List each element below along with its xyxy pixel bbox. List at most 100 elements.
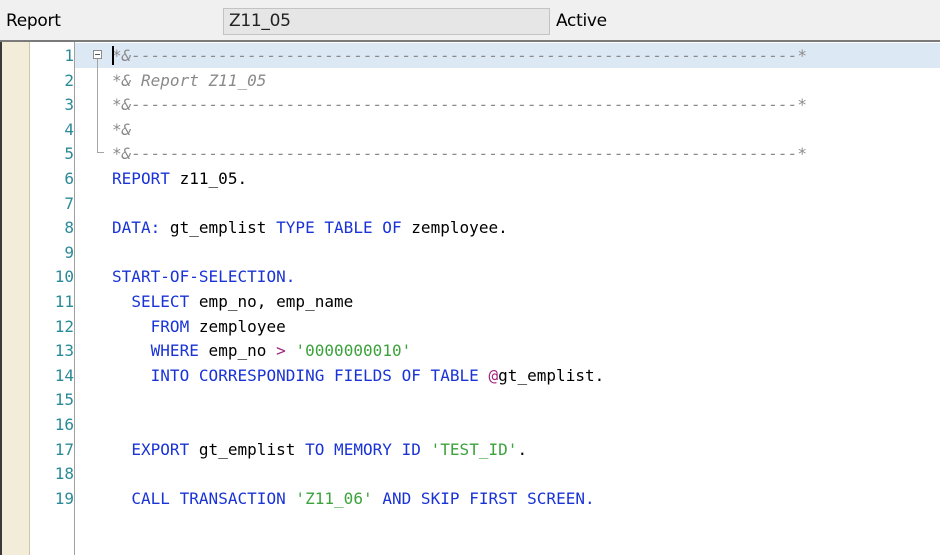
- status-label: Active: [556, 11, 607, 31]
- code-token: 'Z11_06': [295, 488, 373, 508]
- line-number: 13: [54, 341, 74, 361]
- code-line[interactable]: 12 FROM zemployee: [0, 314, 940, 339]
- line-number: 5: [64, 144, 74, 164]
- code-line[interactable]: 18: [0, 461, 940, 486]
- code-token: AND SKIP FIRST SCREEN.: [382, 488, 595, 508]
- code-text: REPORT z11_05.: [112, 169, 247, 188]
- code-token: z11_05.: [169, 169, 248, 188]
- code-line[interactable]: 3 *&-------------------------------------…: [0, 92, 940, 117]
- code-token: *&--------------------------------------…: [112, 46, 808, 65]
- code-line[interactable]: 13 WHERE emp_no > '0000000010': [0, 338, 940, 363]
- line-number: 18: [54, 464, 74, 484]
- code-token: *&--------------------------------------…: [112, 95, 808, 115]
- code-line[interactable]: 2 *& Report Z11_05: [0, 68, 940, 93]
- fold-guide-line: [97, 59, 98, 153]
- text-caret: [112, 46, 114, 65]
- code-token: *&: [112, 119, 132, 139]
- code-line[interactable]: 19 CALL TRANSACTION 'Z11_06' AND SKIP FI…: [0, 486, 940, 511]
- code-token: emp_no, emp_name: [189, 292, 354, 311]
- line-number: 15: [54, 390, 74, 410]
- code-token: TO MEMORY ID: [305, 439, 421, 459]
- line-number: 2: [64, 70, 74, 90]
- code-token: 'TEST_ID': [430, 439, 518, 459]
- code-text: *&: [112, 120, 131, 139]
- line-number: 3: [64, 95, 74, 115]
- code-line[interactable]: 5 *&-------------------------------------…: [0, 141, 940, 166]
- code-token: REPORT: [112, 169, 170, 188]
- line-number: 14: [54, 365, 74, 385]
- code-token: gt_emplist: [189, 439, 306, 459]
- code-text: *&--------------------------------------…: [112, 46, 807, 65]
- code-token: >: [276, 341, 286, 361]
- code-line[interactable]: 17 EXPORT gt_emplist TO MEMORY ID 'TEST_…: [0, 437, 940, 462]
- line-number: 6: [64, 169, 74, 188]
- code-token: zemployee.: [401, 218, 508, 238]
- code-token: emp_no: [198, 341, 277, 361]
- code-text: INTO CORRESPONDING FIELDS OF TABLE @gt_e…: [112, 365, 605, 385]
- code-text: WHERE emp_no > '0000000010': [112, 341, 412, 361]
- code-editor[interactable]: 1 *&-------------------------------------…: [0, 42, 940, 555]
- code-line[interactable]: 6 REPORT z11_05.: [0, 166, 940, 191]
- code-token: CALL TRANSACTION: [131, 488, 286, 508]
- line-number: 17: [54, 439, 74, 459]
- code-text: EXPORT gt_emplist TO MEMORY ID 'TEST_ID'…: [112, 440, 527, 459]
- line-number: 12: [54, 316, 74, 336]
- code-token: zemployee: [189, 316, 286, 336]
- editor-header: Report Z11_05 Active: [0, 0, 940, 41]
- code-line[interactable]: 9: [0, 240, 940, 265]
- code-token: TYPE TABLE OF: [276, 218, 402, 238]
- object-type-label: Report: [6, 11, 61, 31]
- code-line[interactable]: 14 INTO CORRESPONDING FIELDS OF TABLE @g…: [0, 363, 940, 388]
- code-line[interactable]: 8 DATA: gt_emplist TYPE TABLE OF zemploye…: [0, 215, 940, 240]
- code-token: START-OF-SELECTION.: [112, 267, 296, 287]
- code-text: START-OF-SELECTION.: [112, 267, 295, 286]
- code-text: FROM zemployee: [112, 317, 286, 336]
- code-line[interactable]: 11 SELECT emp_no, emp_name: [0, 289, 940, 314]
- code-line[interactable]: 1 *&-------------------------------------…: [64, 43, 940, 68]
- program-name-field[interactable]: Z11_05: [223, 8, 550, 35]
- code-token: @: [488, 365, 499, 385]
- line-number: 7: [64, 193, 74, 213]
- code-token: FROM: [150, 316, 190, 336]
- code-token: .: [517, 439, 528, 459]
- code-token: gt_emplist: [160, 218, 277, 238]
- code-token: INTO CORRESPONDING FIELDS OF TABLE: [150, 365, 479, 385]
- code-token: *&--------------------------------------…: [112, 144, 808, 164]
- code-line[interactable]: 15: [0, 387, 940, 412]
- line-number: 8: [64, 218, 74, 238]
- fold-guide-end: [97, 152, 104, 153]
- line-number: 10: [54, 267, 74, 287]
- code-line[interactable]: 16: [0, 412, 940, 437]
- code-text: CALL TRANSACTION 'Z11_06' AND SKIP FIRST…: [112, 489, 595, 508]
- line-number: 19: [54, 488, 74, 508]
- code-token: DATA:: [112, 218, 161, 238]
- line-number: 1: [64, 46, 74, 65]
- code-token: '0000000010': [295, 341, 412, 361]
- line-number: 4: [64, 119, 74, 139]
- code-token: *& Report Z11_05: [112, 70, 267, 90]
- line-number: 16: [54, 415, 74, 434]
- code-text: DATA: gt_emplist TYPE TABLE OF zemployee…: [112, 218, 508, 237]
- code-token: gt_emplist.: [498, 365, 605, 385]
- code-token: SELECT: [131, 292, 190, 311]
- code-text: *&--------------------------------------…: [112, 95, 807, 114]
- code-text: *& Report Z11_05: [112, 71, 266, 90]
- line-number: 11: [54, 292, 74, 311]
- code-text: *&--------------------------------------…: [112, 144, 807, 163]
- fold-collapse-icon[interactable]: [93, 50, 102, 59]
- code-line[interactable]: 10 START-OF-SELECTION.: [0, 264, 940, 289]
- code-line[interactable]: 4 *&: [0, 117, 940, 142]
- code-token: EXPORT: [131, 439, 190, 459]
- line-number: 9: [64, 242, 74, 262]
- code-line[interactable]: 7: [0, 191, 940, 216]
